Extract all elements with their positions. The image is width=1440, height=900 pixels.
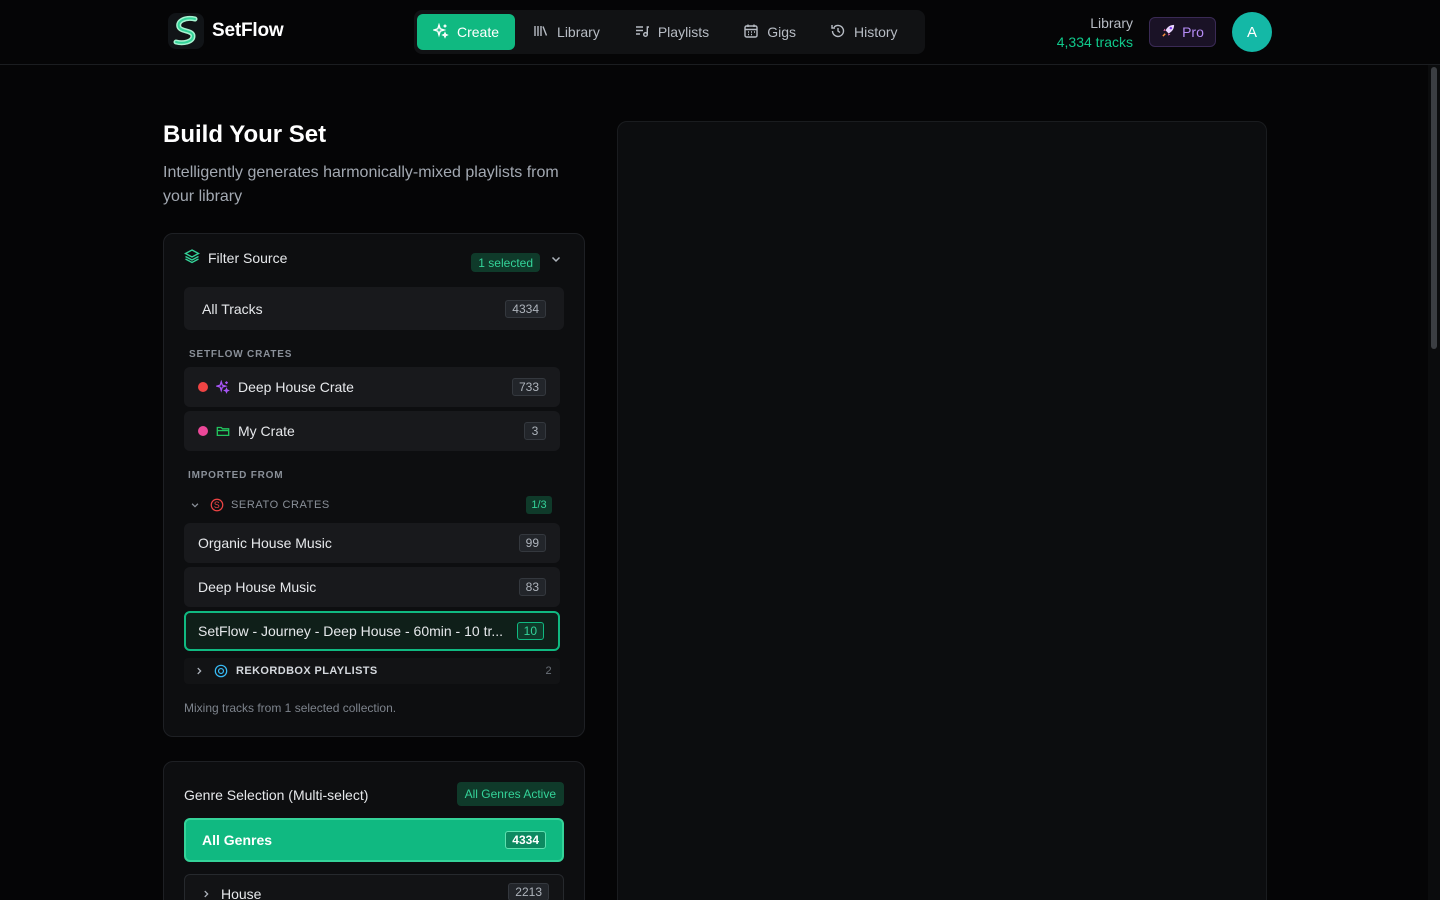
- page-scrollbar[interactable]: [1428, 65, 1440, 900]
- filter-source-header[interactable]: Filter Source 1 selected: [184, 244, 564, 272]
- set-preview-panel: [617, 121, 1267, 900]
- crate-deep-house[interactable]: Deep House Crate 733: [184, 367, 560, 407]
- app-name: SetFlow: [212, 20, 284, 41]
- filter-source-card: Filter Source 1 selected All Tracks 4334…: [163, 233, 585, 737]
- count-badge: 99: [518, 534, 546, 552]
- layers-icon: [184, 248, 200, 269]
- genre-selection-card: Genre Selection (Multi-select) All Genre…: [163, 761, 585, 900]
- count-badge: 2213: [508, 883, 549, 900]
- nav-create[interactable]: Create: [417, 14, 516, 50]
- count-badge: 3: [524, 422, 546, 440]
- library-track-count: 4,334 tracks: [1056, 34, 1133, 50]
- library-icon: [533, 23, 549, 42]
- crate-color-dot: [198, 382, 208, 392]
- pro-button[interactable]: Pro: [1149, 17, 1216, 47]
- serato-selected-count: 1/3: [526, 496, 552, 514]
- chevron-right-icon[interactable]: [201, 889, 211, 899]
- sparkles-icon: [431, 22, 449, 42]
- serato-crate-setflow-journey[interactable]: SetFlow - Journey - Deep House - 60min -…: [184, 611, 560, 651]
- count-badge: 733: [511, 378, 546, 396]
- count-badge: 83: [518, 578, 546, 596]
- page-subtitle: Intelligently generates harmonically-mix…: [163, 164, 559, 205]
- folder-icon: [216, 424, 230, 438]
- chevron-right-icon: [194, 666, 204, 676]
- genre-house[interactable]: House 2213: [184, 874, 564, 900]
- playlist-icon: [634, 23, 650, 42]
- setflow-crates-label: SETFLOW CRATES: [189, 349, 293, 360]
- page-title: Build Your Set: [163, 121, 327, 148]
- nav-history[interactable]: History: [814, 14, 914, 50]
- crate-my-crate[interactable]: My Crate 3: [184, 411, 560, 451]
- user-avatar[interactable]: A: [1232, 12, 1272, 52]
- nav-gigs[interactable]: Gigs: [727, 14, 812, 50]
- library-summary: Library 4,334 tracks: [1057, 14, 1133, 52]
- rekordbox-count: 2: [545, 665, 552, 677]
- app-logo[interactable]: SetFlow: [168, 13, 284, 49]
- crate-color-dot: [198, 426, 208, 436]
- serato-icon: S: [210, 498, 224, 512]
- chevron-down-icon[interactable]: [550, 252, 562, 270]
- calendar-icon: [743, 23, 759, 42]
- library-label: Library: [1090, 15, 1133, 31]
- imported-from-label: IMPORTED FROM: [188, 470, 284, 481]
- scrollbar-thumb[interactable]: [1431, 67, 1437, 349]
- svg-text:S: S: [214, 500, 220, 510]
- serato-crates-group[interactable]: S SERATO CRATES 1/3: [190, 496, 552, 514]
- count-badge: 10: [516, 622, 544, 640]
- history-icon: [830, 23, 846, 42]
- nav-library[interactable]: Library: [517, 14, 616, 50]
- genre-selection-title: Genre Selection (Multi-select): [184, 787, 369, 803]
- serato-crate-organic-house[interactable]: Organic House Music 99: [184, 523, 560, 563]
- filter-source-title: Filter Source: [208, 250, 288, 266]
- rekordbox-icon: [214, 664, 228, 678]
- rekordbox-playlists-group[interactable]: REKORDBOX PLAYLISTS 2: [184, 658, 560, 684]
- main-nav: Create Library Playlists Gigs History: [414, 10, 925, 54]
- top-bar: SetFlow Create Library Playlists Gigs Hi…: [0, 0, 1440, 65]
- chevron-down-icon: [190, 500, 200, 510]
- all-tracks-option[interactable]: All Tracks 4334: [184, 287, 564, 330]
- mixing-note: Mixing tracks from 1 selected collection…: [184, 701, 397, 715]
- selected-count-badge: 1 selected: [471, 253, 540, 272]
- serato-crate-deep-house[interactable]: Deep House Music 83: [184, 567, 560, 607]
- rocket-icon: [1161, 23, 1176, 41]
- all-genres-button[interactable]: All Genres 4334: [184, 818, 564, 862]
- count-badge: 4334: [505, 299, 546, 318]
- sparkles-icon: [216, 380, 230, 394]
- logo-icon: [168, 13, 204, 49]
- nav-playlists[interactable]: Playlists: [618, 14, 725, 50]
- all-genres-active-badge: All Genres Active: [456, 782, 564, 806]
- count-badge: 4334: [505, 831, 546, 849]
